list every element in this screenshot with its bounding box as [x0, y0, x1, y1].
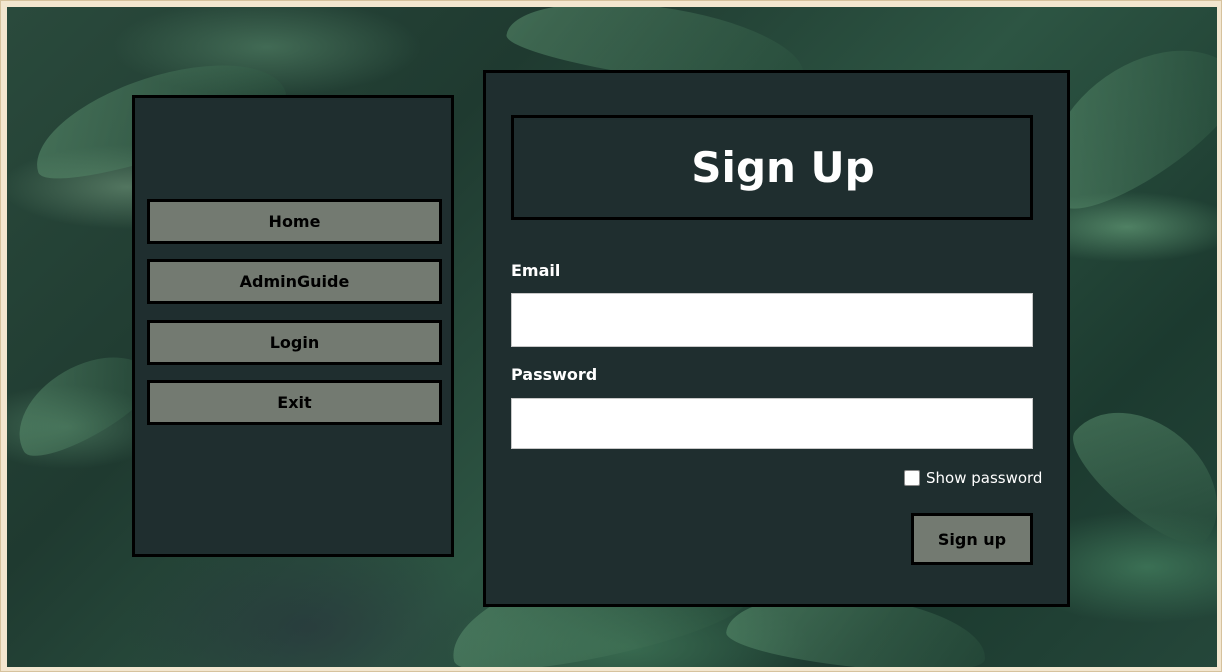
navigation-panel: Home AdminGuide Login Exit — [132, 95, 454, 557]
show-password-label: Show password — [926, 469, 1043, 487]
show-password-checkbox[interactable] — [904, 470, 920, 486]
background-leaf — [1057, 382, 1217, 562]
title-box: Sign Up — [511, 115, 1033, 220]
signup-form-panel: Sign Up Email Password Show password Sig… — [483, 70, 1070, 607]
password-field[interactable] — [511, 398, 1033, 449]
show-password-toggle[interactable]: Show password — [904, 469, 1042, 487]
app-window: Home AdminGuide Login Exit Sign Up Email… — [0, 0, 1222, 672]
sign-up-button[interactable]: Sign up — [911, 513, 1033, 565]
email-field[interactable] — [511, 293, 1033, 347]
exit-button[interactable]: Exit — [147, 380, 442, 425]
password-label: Password — [511, 365, 598, 384]
admin-guide-button[interactable]: AdminGuide — [147, 259, 442, 304]
login-button[interactable]: Login — [147, 320, 442, 365]
home-button[interactable]: Home — [147, 199, 442, 244]
email-label: Email — [511, 261, 561, 280]
page-title: Sign Up — [691, 143, 875, 192]
